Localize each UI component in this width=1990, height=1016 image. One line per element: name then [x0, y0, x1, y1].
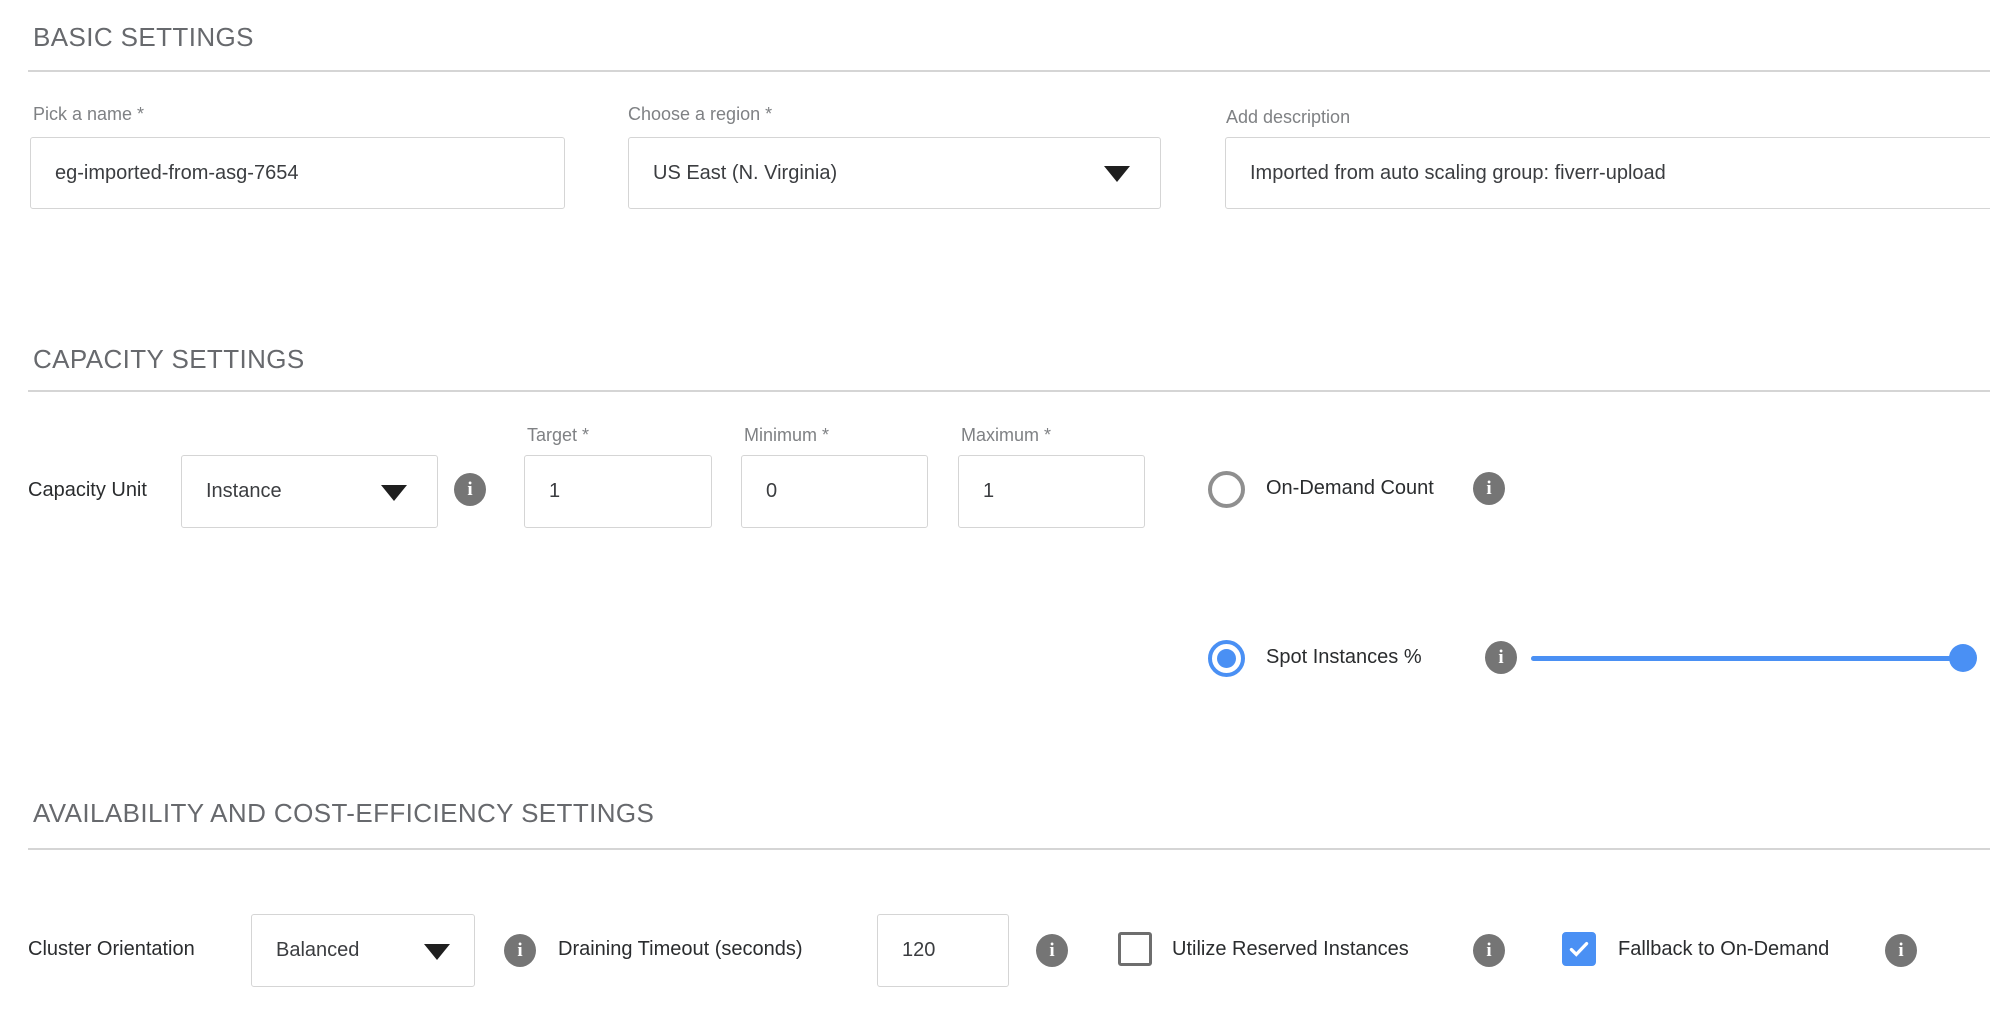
utilize-reserved-instances-label: Utilize Reserved Instances	[1172, 938, 1409, 961]
on-demand-count-radio[interactable]	[1208, 471, 1245, 508]
region-select-value: US East (N. Virginia)	[653, 162, 837, 185]
minimum-field-label: Minimum *	[744, 425, 829, 446]
region-field-label: Choose a region *	[628, 104, 772, 125]
capacity-unit-info-icon[interactable]: i	[454, 473, 486, 506]
settings-page: BASIC SETTINGS Pick a name * eg-imported…	[0, 0, 1990, 1016]
capacity-unit-value: Instance	[206, 480, 282, 503]
cluster-orientation-info-icon[interactable]: i	[504, 934, 536, 967]
description-field-label: Add description	[1226, 107, 1350, 128]
spot-instances-radio[interactable]	[1208, 640, 1245, 677]
maximum-input-value: 1	[983, 480, 994, 503]
fallback-on-demand-checkbox[interactable]	[1562, 932, 1596, 966]
utilize-reserved-instances-checkbox[interactable]	[1118, 932, 1152, 966]
utilize-reserved-instances-info-icon[interactable]: i	[1473, 934, 1505, 967]
capacity-unit-select[interactable]: Instance	[181, 455, 438, 528]
availability-settings-title: AVAILABILITY AND COST-EFFICIENCY SETTING…	[33, 798, 654, 829]
draining-timeout-info-icon[interactable]: i	[1036, 934, 1068, 967]
on-demand-count-info-icon[interactable]: i	[1473, 472, 1505, 505]
divider	[28, 848, 1990, 850]
check-icon	[1566, 936, 1592, 962]
basic-settings-title: BASIC SETTINGS	[33, 22, 254, 53]
fallback-on-demand-label: Fallback to On-Demand	[1618, 938, 1829, 961]
chevron-down-icon	[424, 944, 450, 960]
on-demand-count-label: On-Demand Count	[1266, 477, 1434, 500]
minimum-input[interactable]: 0	[741, 455, 928, 528]
cluster-orientation-select[interactable]: Balanced	[251, 914, 475, 987]
minimum-input-value: 0	[766, 480, 777, 503]
spot-slider-thumb[interactable]	[1949, 644, 1977, 672]
fallback-on-demand-info-icon[interactable]: i	[1885, 934, 1917, 967]
description-input[interactable]: Imported from auto scaling group: fiverr…	[1225, 137, 1990, 209]
capacity-unit-label: Capacity Unit	[28, 479, 147, 502]
maximum-field-label: Maximum *	[961, 425, 1051, 446]
draining-timeout-value: 120	[902, 939, 935, 962]
target-input[interactable]: 1	[524, 455, 712, 528]
name-input-value: eg-imported-from-asg-7654	[55, 162, 298, 185]
chevron-down-icon	[1104, 166, 1130, 182]
target-field-label: Target *	[527, 425, 589, 446]
maximum-input[interactable]: 1	[958, 455, 1145, 528]
spot-instances-info-icon[interactable]: i	[1485, 641, 1517, 674]
name-input[interactable]: eg-imported-from-asg-7654	[30, 137, 565, 209]
cluster-orientation-value: Balanced	[276, 939, 359, 962]
chevron-down-icon	[381, 485, 407, 501]
divider	[28, 390, 1990, 392]
draining-timeout-label: Draining Timeout (seconds)	[558, 938, 803, 961]
cluster-orientation-label: Cluster Orientation	[28, 938, 195, 961]
region-select[interactable]: US East (N. Virginia)	[628, 137, 1161, 209]
divider	[28, 70, 1990, 72]
draining-timeout-input[interactable]: 120	[877, 914, 1009, 987]
spot-slider-fill	[1531, 656, 1963, 661]
spot-percentage-slider[interactable]	[1531, 656, 1963, 661]
capacity-settings-title: CAPACITY SETTINGS	[33, 344, 305, 375]
target-input-value: 1	[549, 480, 560, 503]
name-field-label: Pick a name *	[33, 104, 144, 125]
description-input-value: Imported from auto scaling group: fiverr…	[1250, 162, 1666, 185]
spot-instances-label: Spot Instances %	[1266, 646, 1422, 669]
